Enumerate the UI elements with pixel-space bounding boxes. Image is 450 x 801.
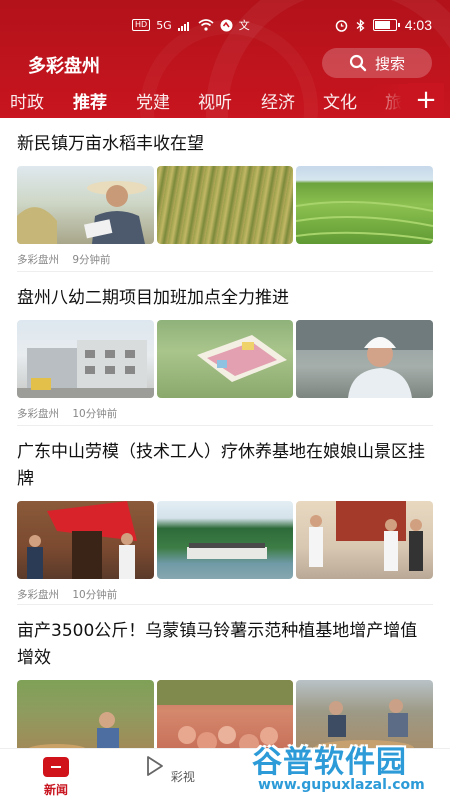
bluetooth-icon [356,18,365,32]
nav-news[interactable]: 新闻 [26,755,86,798]
news-icon [43,757,69,777]
wifi-icon [198,19,214,31]
news-image [296,166,434,244]
network-type: 5G [156,18,172,32]
news-title[interactable]: 亩产3500公斤！乌蒙镇马铃薯示范种植基地增产增值增效 [17,618,433,672]
news-item[interactable]: 广东中山劳模（技术工人）疗休养基地在娘娘山景区挂牌 多彩盘州 10分钟前 [17,439,434,602]
battery-fill [374,21,391,29]
news-title[interactable]: 盘州八幼二期项目加班加点全力推进 [17,285,433,312]
news-source: 多彩盘州 [17,408,59,420]
farmers-photo [314,699,415,756]
news-thumbnails [17,320,434,398]
rendering-photo [196,335,287,382]
hd-icon: HD [132,19,151,31]
news-image [17,680,154,758]
search-label: 搜索 [374,54,405,73]
nav-news-label: 新闻 [43,783,68,797]
news-thumbnails [17,166,434,244]
news-image [156,320,294,398]
news-meta: 多彩盘州 10分钟前 [17,587,433,602]
news-image [17,166,154,244]
news-item[interactable]: 盘州八幼二期项目加班加点全力推进 多彩盘州 10分钟前 [17,285,434,421]
news-source: 多彩盘州 [17,254,59,266]
add-channel-button[interactable]: + [408,83,444,117]
construction-photo [17,340,154,398]
translate-icon: 文 [238,19,250,32]
tab-dangjian[interactable]: 党建 [136,88,170,113]
search-icon [349,54,367,72]
app-header: HD 5G 文 4:03 多彩盘州 搜索 时政 推荐 党建 视听 经济 文化 + [0,0,450,118]
tabs-fade [370,84,410,118]
nav-video-label: 彩视 [170,770,195,784]
search-button[interactable]: 搜索 [322,48,432,78]
news-image [17,501,154,579]
divider [17,604,433,605]
news-image [156,680,294,758]
status-left: HD 5G 文 [132,17,250,33]
scenic-area-photo [186,543,267,559]
speakers-photo [309,501,424,571]
tab-shiting[interactable]: 视听 [198,88,232,113]
harvest-photo [27,712,119,756]
news-meta: 多彩盘州 9分钟前 [17,252,433,267]
news-title[interactable]: 新民镇万亩水稻丰收在望 [17,131,433,158]
news-time: 10分钟前 [72,408,118,420]
worker-photo [296,320,434,398]
farmer-photo [17,181,147,244]
play-icon [147,756,163,776]
news-source: 多彩盘州 [17,589,59,601]
category-tabs: 时政 推荐 党建 视听 经济 文化 旅 + [0,83,450,118]
news-time: 9分钟前 [72,254,111,266]
app-title: 多彩盘州 [28,56,100,77]
news-image [156,501,294,579]
ceremony-photo [27,501,137,579]
potato-photo [156,680,294,754]
alarm-icon [335,19,347,32]
news-thumbnails [17,680,434,758]
battery-icon [372,19,400,31]
news-meta: 多彩盘州 10分钟前 [17,406,433,421]
divider [17,425,433,426]
news-thumbnails [17,501,434,579]
tab-jingji[interactable]: 经济 [261,88,295,113]
bottom-nav: 新闻 彩视 [0,748,450,801]
news-image [17,320,154,398]
tab-wenhua[interactable]: 文化 [323,88,357,113]
news-item[interactable]: 亩产3500公斤！乌蒙镇马铃薯示范种植基地增产增值增效 [17,618,434,758]
rice-field-photo [296,201,434,241]
status-time: 4:03 [404,17,432,33]
news-image [296,501,434,579]
news-item[interactable]: 新民镇万亩水稻丰收在望 多彩盘州 9分钟前 [17,131,434,267]
app-notification-icon [220,19,233,31]
news-image [296,320,434,398]
status-bar: HD 5G 文 4:03 [0,0,450,52]
tab-shizheng[interactable]: 时政 [10,88,44,113]
divider [17,271,433,272]
news-image [296,680,434,758]
nav-video[interactable]: 彩视 [138,755,198,785]
news-time: 10分钟前 [72,589,118,601]
tab-tuijian[interactable]: 推荐 [73,88,107,113]
news-title[interactable]: 广东中山劳模（技术工人）疗休养基地在娘娘山景区挂牌 [17,439,433,493]
news-image [156,166,294,244]
status-right: 4:03 [335,17,432,33]
signal-icon [177,21,189,31]
